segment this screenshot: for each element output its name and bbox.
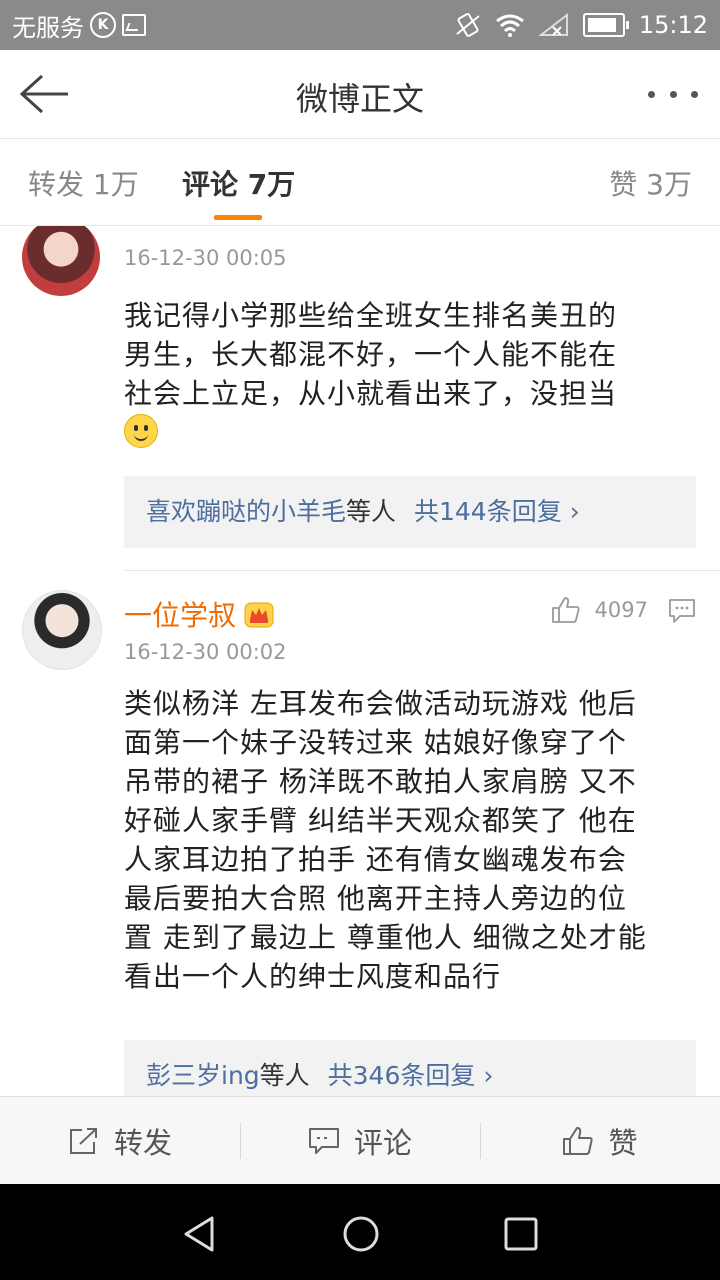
comment-text-line: 类似杨洋 左耳发布会做活动玩游戏 他后 bbox=[124, 687, 637, 720]
reply-mid-text: 等人 bbox=[259, 1061, 310, 1090]
status-bar: 无服务 K 15:12 bbox=[0, 0, 720, 50]
page-title: 微博正文 bbox=[295, 80, 424, 118]
comment-button[interactable]: 评论 bbox=[240, 1097, 480, 1185]
signal-icon bbox=[538, 13, 568, 36]
comment-list[interactable]: 16-12-30 00:05 我记得小学那些给全班女生排名美丑的 男生，长大都混… bbox=[0, 226, 720, 1096]
comment-text-line: 置 走到了最边上 尊重他人 细微之处才能 bbox=[124, 921, 647, 954]
comment-text-line: 看出一个人的绅士风度和品行 bbox=[124, 960, 502, 993]
reply-mid-text: 等人 bbox=[346, 497, 397, 526]
like-group[interactable]: 4097 bbox=[551, 596, 648, 624]
image-icon bbox=[122, 14, 146, 36]
carrier-label: 无服务 bbox=[12, 13, 84, 42]
repost-button[interactable]: 转发 bbox=[0, 1097, 240, 1185]
nav-bar: 微博正文 bbox=[0, 50, 720, 139]
comment-text-line: 面第一个妹子没转过来 姑娘好像穿了个 bbox=[124, 726, 627, 759]
comment-text-line: 吊带的裙子 杨洋既不敢拍人家肩膀 又不 bbox=[124, 765, 637, 798]
system-nav-bar bbox=[0, 1184, 720, 1280]
status-time: 15:12 bbox=[638, 11, 708, 39]
status-right: 15:12 bbox=[455, 11, 720, 39]
tab-repost[interactable]: 转发 1万 bbox=[28, 163, 139, 203]
status-left: 无服务 K bbox=[0, 8, 146, 43]
chevron-right-icon: › bbox=[569, 497, 580, 526]
reply-count[interactable]: 共144条回复 bbox=[414, 497, 562, 526]
smile-emoji-icon bbox=[124, 414, 158, 448]
back-triangle-icon[interactable] bbox=[180, 1214, 220, 1254]
comment-label: 评论 bbox=[353, 1126, 412, 1160]
comment-timestamp: 16-12-30 00:02 bbox=[124, 640, 287, 664]
k-circle-icon: K bbox=[90, 12, 116, 38]
reply-count[interactable]: 共346条回复 bbox=[328, 1061, 476, 1090]
repost-icon bbox=[69, 1128, 97, 1154]
divider bbox=[124, 570, 720, 571]
tab-like[interactable]: 赞 3万 bbox=[609, 163, 692, 203]
recents-square-icon[interactable] bbox=[501, 1214, 541, 1254]
comment-text-line: 最后要拍大合照 他离开主持人旁边的位 bbox=[124, 882, 627, 915]
comment-text-line: 人家耳边拍了拍手 还有倩女幽魂发布会 bbox=[124, 843, 627, 876]
username-text[interactable]: 一位学叔 bbox=[124, 599, 236, 632]
thumbs-up-icon[interactable] bbox=[551, 596, 581, 624]
comment-text-line: 男生，长大都混不好，一个人能不能在 bbox=[124, 338, 618, 371]
replies-summary[interactable]: 喜欢蹦哒的小羊毛等人 共144条回复 › bbox=[124, 476, 696, 548]
home-circle-icon[interactable] bbox=[341, 1214, 381, 1254]
reply-user-link[interactable]: 彭三岁ing bbox=[146, 1061, 260, 1090]
wifi-icon bbox=[495, 14, 524, 37]
comment-text: 类似杨洋 左耳发布会做活动玩游戏 他后 面第一个妹子没转过来 姑娘好像穿了个 吊… bbox=[124, 684, 696, 996]
replies-summary[interactable]: 彭三岁ing等人 共346条回复 › bbox=[124, 1040, 696, 1096]
like-label: 赞 bbox=[608, 1126, 638, 1160]
comment-text-line: 我记得小学那些给全班女生排名美丑的 bbox=[124, 299, 618, 332]
tab-comment[interactable]: 评论 7万 bbox=[182, 163, 295, 203]
comment-username[interactable]: 一位学叔 bbox=[124, 594, 274, 634]
crown-badge-icon bbox=[244, 602, 274, 628]
active-tab-indicator bbox=[214, 215, 262, 220]
avatar[interactable] bbox=[22, 226, 100, 296]
comment-text-line: 好碰人家手臂 纠结半天观众都笑了 他在 bbox=[124, 804, 637, 837]
thumbs-up-icon bbox=[563, 1127, 594, 1155]
chevron-right-icon: › bbox=[483, 1061, 494, 1090]
more-dots-icon[interactable] bbox=[648, 80, 698, 108]
comment-icon bbox=[308, 1128, 339, 1154]
reply-user-link[interactable]: 喜欢蹦哒的小羊毛 bbox=[146, 497, 346, 526]
battery-icon bbox=[582, 13, 629, 37]
repost-label: 转发 bbox=[113, 1126, 172, 1160]
like-count: 4097 bbox=[594, 598, 648, 622]
comment-timestamp: 16-12-30 00:05 bbox=[124, 246, 287, 270]
like-button[interactable]: 赞 bbox=[480, 1097, 720, 1185]
reply-comment-icon[interactable] bbox=[668, 598, 696, 624]
comment-text: 我记得小学那些给全班女生排名美丑的 男生，长大都混不好，一个人能不能在 社会上立… bbox=[124, 296, 696, 453]
vibrate-icon bbox=[456, 13, 480, 37]
comment-text-line: 社会上立足，从小就看出来了，没担当 bbox=[124, 377, 618, 410]
avatar[interactable] bbox=[22, 590, 102, 670]
comment-tabs: 转发 1万 评论 7万 赞 3万 bbox=[0, 139, 720, 226]
action-bar: 转发 评论 赞 bbox=[0, 1096, 720, 1185]
